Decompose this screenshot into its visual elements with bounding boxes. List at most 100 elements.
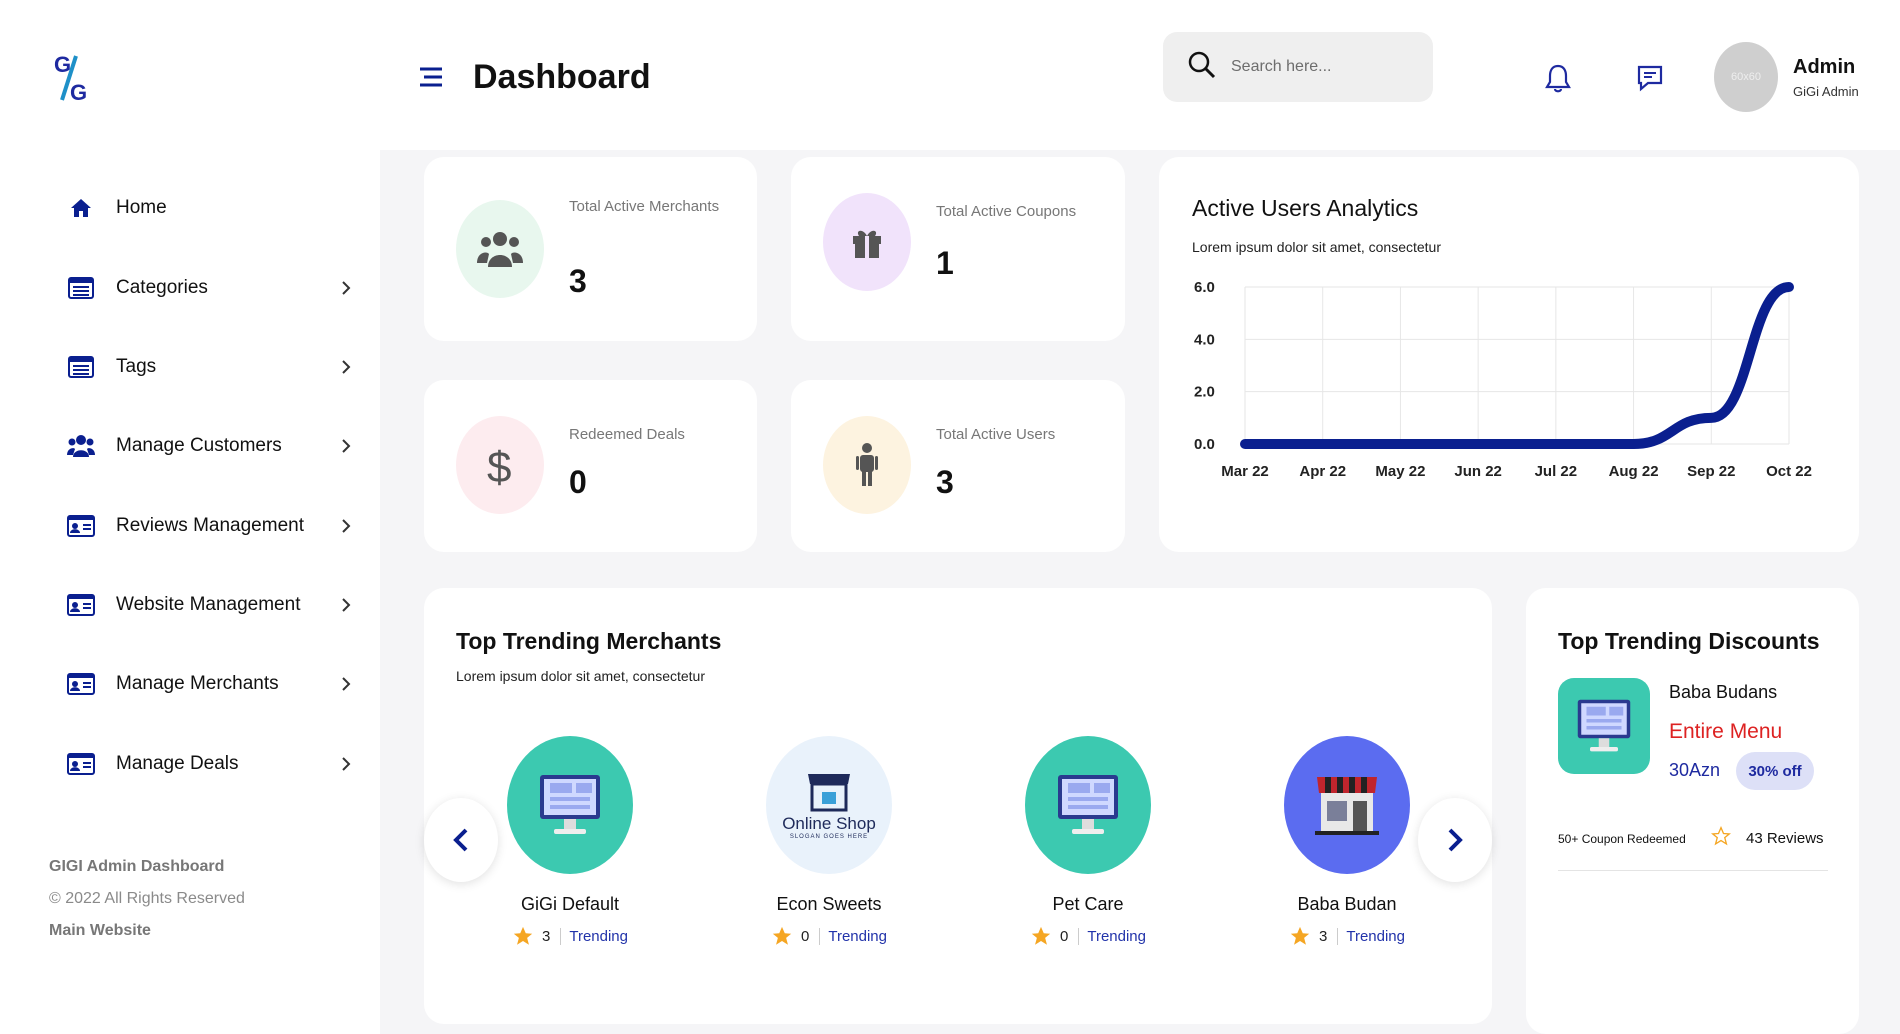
merchant-meta: 3 Trending [470,925,670,947]
page-title: Dashboard [473,58,651,96]
footer-title: GIGI Admin Dashboard [49,858,225,875]
merchant-card[interactable]: Baba Budan 3 Trending [1247,736,1447,947]
x-tick-label: Aug 22 [1609,463,1659,480]
list-icon [66,273,96,303]
rating-count: 3 [1319,927,1339,945]
discount-badge: 30% off [1736,752,1814,790]
sidebar-item-manage-merchants[interactable]: Manage Merchants [66,664,356,704]
top-trending-merchants-card: Top Trending Merchants Lorem ipsum dolor… [424,588,1492,1024]
sidebar-item-label: Manage Customers [116,435,282,456]
main-website-link[interactable]: Main Website [49,922,151,939]
discount-item[interactable]: Entire Menu [1669,720,1782,744]
sidebar-item-tags[interactable]: Tags [66,347,356,387]
stat-label: Total Active Users [936,426,1056,443]
reviews-count: 43 Reviews [1746,830,1824,847]
discount-price: 30Azn [1669,760,1721,780]
sidebar-item-label: Manage Deals [116,753,239,774]
trending-link[interactable]: Trending [828,928,887,945]
merchant-name: Econ Sweets [776,894,882,914]
gigi-logo[interactable]: G G [50,48,110,108]
id-card-icon [66,590,96,620]
merchant-card[interactable]: GiGi Default 3 Trending [470,736,670,947]
dollar-icon: $ [456,416,544,514]
section-title: Top Trending Discounts [1558,628,1820,654]
stat-card-coupons: Total Active Coupons 1 [791,157,1125,341]
discount-merchant-name: Baba Budans [1669,682,1778,702]
stat-card-users: Total Active Users 3 [791,380,1125,552]
sidebar-item-website-management[interactable]: Website Management [66,585,356,625]
person-icon [823,416,911,514]
sidebar-item-reviews-management[interactable]: Reviews Management [66,506,356,546]
trending-link[interactable]: Trending [1346,928,1405,945]
merchant-name: Pet Care [1052,894,1124,914]
bell-icon[interactable] [1542,62,1574,94]
sidebar-item-manage-deals[interactable]: Manage Deals [66,744,356,784]
online-shop-logo: Online Shop SLOGAN GOES HERE [766,736,892,874]
trending-link[interactable]: Trending [569,928,628,945]
x-tick-label: Jun 22 [1454,463,1502,480]
stat-label: Total Active Merchants [569,198,720,215]
svg-text:G: G [70,80,87,105]
avatar[interactable]: 60x60 [1714,42,1778,112]
chat-icon[interactable] [1634,62,1666,94]
sidebar-item-home[interactable]: Home [66,188,356,228]
search-icon [1187,50,1217,85]
shop-monitor-icon[interactable] [1558,678,1650,774]
chevron-right-icon [336,278,356,298]
chevron-right-icon [336,436,356,456]
section-title: Top Trending Merchants [456,628,722,654]
sidebar-item-label: Tags [116,356,157,377]
user-role: GiGi Admin [1793,84,1859,99]
sidebar-item-label: Website Management [116,594,301,615]
x-tick-label: Sep 22 [1687,463,1735,480]
chevron-right-icon [1448,828,1463,852]
home-icon [66,193,96,223]
stat-value: 3 [936,464,954,500]
merchant-card[interactable]: Pet Care 0 Trending [988,736,1188,947]
carousel-next-button[interactable] [1418,798,1492,882]
id-card-icon [66,749,96,779]
sidebar-item-label: Home [116,197,167,218]
gift-icon [823,193,911,291]
rating-count: 0 [1060,927,1080,945]
user-name: Admin [1793,56,1856,78]
star-icon [513,926,533,945]
trending-link[interactable]: Trending [1087,928,1146,945]
id-card-icon [66,669,96,699]
search-box [1163,32,1433,102]
svg-text:$: $ [487,443,511,488]
series-line [1240,282,1794,450]
merchant-meta: 3 Trending [1247,925,1447,947]
shop-monitor-icon [507,736,633,874]
id-card-icon [66,511,96,541]
stat-card-redeemed: $ Redeemed Deals 0 [424,380,757,552]
merchant-meta: 0 Trending [729,925,929,947]
stat-label: Redeemed Deals [569,426,685,443]
top-bar: Dashboard 60x60 Admin GiGi Admin [380,0,1900,150]
merchant-name: GiGi Default [520,894,620,914]
star-outline-icon [1711,826,1731,846]
search-input[interactable] [1231,58,1421,76]
x-tick-label: May 22 [1375,463,1425,480]
merchant-name: Baba Budan [1297,894,1397,914]
chevron-left-icon [453,828,468,852]
chevron-right-icon [336,595,356,615]
shop-monitor-icon [1025,736,1151,874]
top-trending-discounts-card: Top Trending Discounts Baba Budans Entir… [1526,588,1859,1034]
merchant-meta: 0 Trending [988,925,1188,947]
hamburger-menu-icon[interactable] [416,62,446,92]
users-icon [456,200,544,298]
online-shop-slogan: SLOGAN GOES HERE [789,834,869,840]
section-subtitle: Lorem ipsum dolor sit amet, consectetur [456,668,705,684]
star-icon [1031,926,1051,945]
rating-count: 3 [542,927,562,945]
sidebar-item-manage-customers[interactable]: Manage Customers [66,426,356,466]
x-tick-label: Jul 22 [1535,463,1578,480]
chevron-right-icon [336,516,356,536]
merchant-card[interactable]: Online Shop SLOGAN GOES HERE Econ Sweets… [729,736,929,947]
chevron-right-icon [336,674,356,694]
sidebar-item-categories[interactable]: Categories [66,268,356,308]
stat-card-merchants: Total Active Merchants 3 [424,157,757,341]
footer-copyright: © 2022 All Rights Reserved [49,890,245,907]
rating-count: 0 [801,927,821,945]
